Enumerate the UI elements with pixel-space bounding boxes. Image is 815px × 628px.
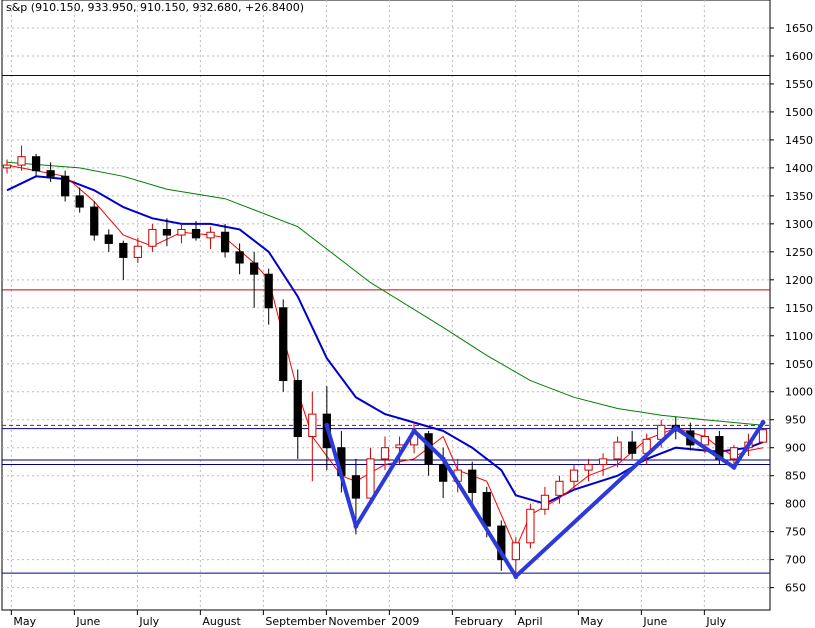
y-tick-label: 800	[785, 498, 806, 511]
y-tick-label: 1050	[785, 358, 813, 371]
y-tick-label: 1450	[785, 134, 813, 147]
y-tick-label: 1550	[785, 78, 813, 91]
candle-body	[628, 441, 637, 454]
candle-body	[264, 273, 273, 309]
y-tick-label: 1650	[785, 22, 813, 35]
candle-body	[380, 447, 390, 460]
candle-body	[177, 228, 186, 236]
candle-body	[17, 156, 26, 166]
candle-body	[308, 413, 317, 438]
y-tick-label: 650	[785, 582, 806, 595]
x-tick-label: September	[265, 615, 326, 628]
candle-body	[439, 463, 448, 482]
candle-body	[468, 469, 477, 493]
candle-body	[46, 170, 55, 177]
candle-body	[148, 228, 157, 247]
pattern-point	[673, 425, 679, 431]
candle-body	[31, 156, 41, 172]
candle-body	[133, 245, 142, 258]
candle-body	[526, 508, 535, 544]
y-tick-label: 1250	[785, 246, 813, 259]
x-tick-label: May	[13, 615, 36, 628]
y-tick-label: 700	[785, 554, 806, 567]
x-tick-label: July	[705, 615, 726, 628]
y-tick-label: 950	[785, 414, 806, 427]
x-tick-label: June	[75, 615, 100, 628]
plot-frame	[1, 0, 771, 611]
candle-body	[220, 231, 230, 253]
candle-body	[90, 206, 99, 236]
pattern-point	[731, 464, 737, 470]
x-tick-label: July	[138, 615, 159, 628]
y-tick-label: 750	[785, 526, 806, 539]
y-tick-label: 1500	[785, 106, 813, 119]
candle-body	[2, 164, 12, 169]
pattern-point	[513, 573, 519, 579]
x-tick-label: April	[517, 615, 542, 628]
pattern-point	[760, 420, 766, 426]
candle-body	[613, 441, 622, 460]
candle-body	[61, 175, 70, 197]
y-tick-label: 850	[785, 470, 806, 483]
pattern-point	[440, 456, 446, 462]
candle-body	[540, 494, 550, 510]
moving-average-line	[6, 164, 764, 550]
candle-body	[569, 469, 579, 482]
pattern-point	[324, 422, 330, 428]
y-tick-label: 1150	[785, 302, 813, 315]
candle-body	[366, 458, 375, 499]
x-tick-label: November	[328, 615, 386, 628]
x-tick-label: June	[642, 615, 667, 628]
candle-body	[206, 231, 215, 239]
candle-body	[555, 480, 564, 496]
candle-body	[598, 458, 608, 465]
y-tick-label: 1000	[785, 386, 813, 399]
moving-average-line	[6, 161, 764, 426]
candle-body	[511, 542, 520, 561]
candle-body	[119, 242, 128, 258]
candle-body	[584, 463, 593, 471]
x-tick-label: August	[202, 615, 241, 628]
y-tick-label: 1300	[785, 218, 813, 231]
y-tick-label: 900	[785, 442, 806, 455]
x-tick-label: 2009	[391, 615, 419, 628]
candle-body	[729, 447, 739, 460]
candle-body	[162, 228, 172, 236]
candle-body	[482, 491, 491, 527]
x-tick-label: May	[580, 615, 603, 628]
pattern-point	[411, 428, 417, 434]
y-tick-label: 1400	[785, 162, 813, 175]
candle-body	[104, 234, 113, 244]
candle-body	[250, 262, 259, 275]
candle-body	[758, 429, 768, 443]
candle-body	[75, 195, 84, 208]
candle-body	[235, 251, 244, 264]
candle-body	[279, 307, 288, 382]
y-tick-label: 1350	[785, 190, 813, 203]
y-tick-label: 1600	[785, 50, 813, 63]
candle-body	[293, 380, 302, 438]
candle-body	[191, 228, 201, 239]
candle-body	[351, 475, 361, 499]
y-tick-label: 1200	[785, 274, 813, 287]
x-tick-label: February	[454, 615, 503, 628]
chart-canvas: 650 700 750 800 850 900 950 1000 1050 1100 1150 120…	[1, 0, 813, 628]
y-tick-label: 1100	[785, 330, 813, 343]
pattern-point	[353, 523, 359, 529]
